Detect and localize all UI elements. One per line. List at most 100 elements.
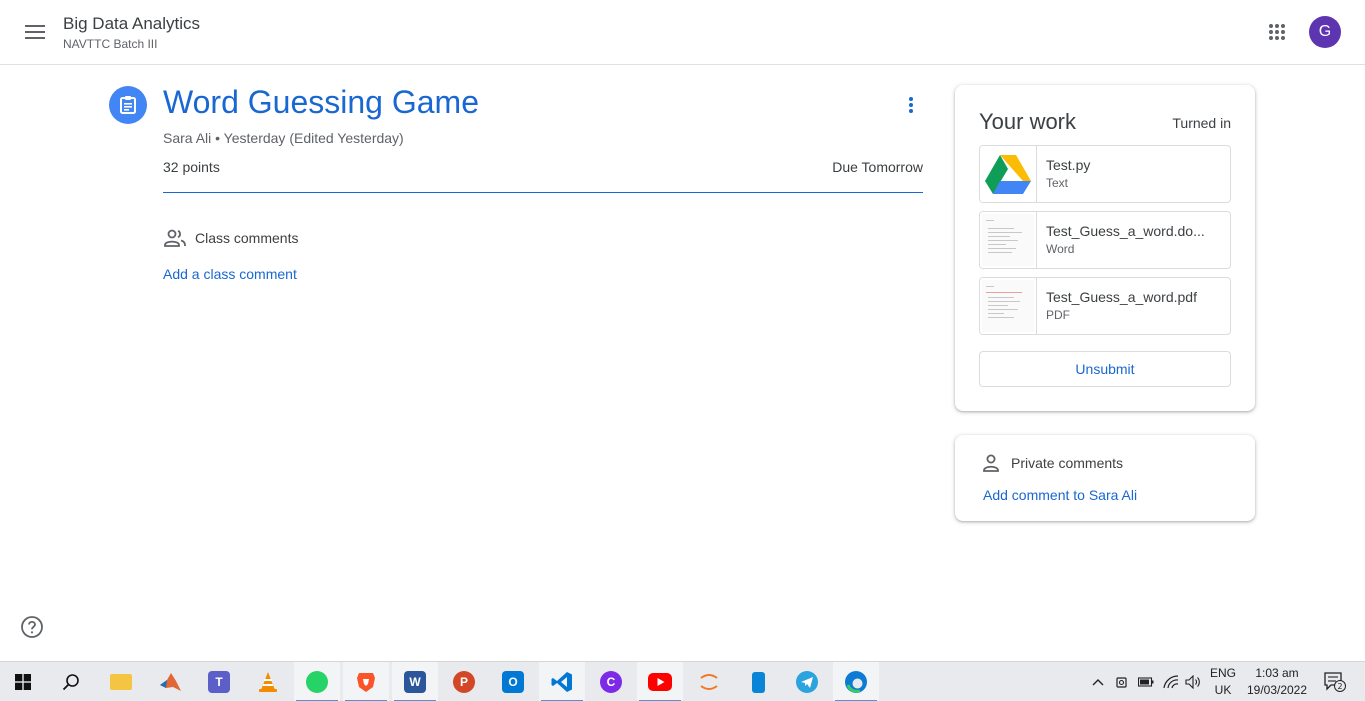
your-work-card: Your work Turned in Test.py Text Test_Gu… xyxy=(955,85,1255,411)
taskbar-powerpoint[interactable]: P xyxy=(441,662,487,701)
class-comments-header: Class comments xyxy=(163,228,298,248)
pdf-preview-icon xyxy=(982,280,1034,332)
tray-battery[interactable] xyxy=(1135,662,1157,701)
unsubmit-button[interactable]: Unsubmit xyxy=(979,351,1231,387)
assignment-divider xyxy=(163,192,923,193)
attachment-thumbnail xyxy=(980,146,1037,202)
windows-taskbar: T W P O C ENG UK 1:03 am 19/03/2022 2 xyxy=(0,661,1365,701)
notification-center-button[interactable]: 2 xyxy=(1318,662,1352,701)
more-vert-icon xyxy=(909,97,913,113)
document-preview-icon xyxy=(982,214,1034,266)
taskbar-canva[interactable]: C xyxy=(588,662,634,701)
search-icon xyxy=(62,674,79,691)
camera-icon xyxy=(1116,677,1127,688)
people-icon xyxy=(164,229,186,247)
vscode-icon xyxy=(551,672,572,692)
attachment-item[interactable]: Test_Guess_a_word.do... Word xyxy=(979,211,1231,269)
person-icon xyxy=(983,454,999,472)
teams-icon: T xyxy=(208,671,230,693)
taskbar-telegram[interactable] xyxy=(784,662,830,701)
start-button[interactable] xyxy=(0,662,46,701)
attachment-name: Test_Guess_a_word.pdf xyxy=(1046,289,1197,305)
taskbar-word[interactable]: W xyxy=(392,662,438,701)
attachment-thumbnail xyxy=(980,278,1037,334)
help-button[interactable] xyxy=(20,615,44,639)
hamburger-menu-icon xyxy=(25,25,45,39)
top-app-bar: Big Data Analytics NAVTTC Batch III G xyxy=(0,0,1365,65)
taskbar-outlook[interactable]: O xyxy=(490,662,536,701)
taskbar-search-button[interactable] xyxy=(48,662,94,701)
your-work-title: Your work xyxy=(979,109,1077,134)
private-comments-header: Private comments xyxy=(981,453,1123,473)
taskbar-file-explorer[interactable] xyxy=(98,662,144,701)
main-menu-button[interactable] xyxy=(18,15,52,49)
assignment-meta: Sara Ali • Yesterday (Edited Yesterday) xyxy=(163,130,404,146)
file-explorer-icon xyxy=(110,674,132,690)
assignment-points: 32 points xyxy=(163,159,220,175)
taskbar-teams[interactable]: T xyxy=(196,662,242,701)
show-hidden-icons-button[interactable] xyxy=(1087,662,1109,701)
taskbar-youtube[interactable] xyxy=(637,662,683,701)
word-icon: W xyxy=(404,671,426,693)
windows-start-icon xyxy=(15,674,31,690)
battery-icon xyxy=(1138,677,1154,687)
taskbar-vscode[interactable] xyxy=(539,662,585,701)
chevron-up-icon xyxy=(1092,679,1104,686)
taskbar-matlab[interactable] xyxy=(147,662,193,701)
tray-network[interactable] xyxy=(1160,662,1182,701)
clock-date: 19/03/2022 xyxy=(1246,683,1308,697)
notification-icon: 2 xyxy=(1324,672,1346,692)
jupyter-icon xyxy=(700,674,718,690)
add-private-comment-link[interactable]: Add comment to Sara Ali xyxy=(983,487,1137,503)
whatsapp-icon xyxy=(306,671,328,693)
tray-volume[interactable] xyxy=(1183,662,1203,701)
google-drive-icon xyxy=(985,155,1031,194)
tray-language[interactable]: ENG UK xyxy=(1205,662,1241,701)
attachment-type: Text xyxy=(1046,176,1069,190)
taskbar-vlc[interactable] xyxy=(245,662,291,701)
add-class-comment-link[interactable]: Add a class comment xyxy=(163,266,297,282)
edge-icon xyxy=(845,671,867,693)
assignment-due-date: Due Tomorrow xyxy=(832,159,923,175)
powerpoint-icon: P xyxy=(453,671,475,693)
youtube-icon xyxy=(648,673,672,691)
attachment-name: Test.py xyxy=(1046,157,1091,173)
attachment-item[interactable]: Test.py Text xyxy=(979,145,1231,203)
vlc-icon xyxy=(259,672,277,692)
brave-icon xyxy=(357,673,375,692)
tray-clock[interactable]: 1:03 am 19/03/2022 xyxy=(1244,662,1310,701)
assignment-icon xyxy=(109,86,147,124)
speaker-icon xyxy=(1185,675,1200,689)
apps-grid-icon xyxy=(1269,24,1285,40)
taskbar-edge[interactable] xyxy=(833,662,879,701)
language-region: UK xyxy=(1214,683,1232,697)
clock-time: 1:03 am xyxy=(1255,666,1299,680)
wifi-icon xyxy=(1163,675,1179,689)
private-comments-label: Private comments xyxy=(1011,455,1124,471)
tray-meet-now[interactable] xyxy=(1113,662,1133,701)
class-comments-label: Class comments xyxy=(195,230,299,246)
outlook-icon: O xyxy=(502,671,524,693)
taskbar-whatsapp[interactable] xyxy=(294,662,340,701)
attachment-item[interactable]: Test_Guess_a_word.pdf PDF xyxy=(979,277,1231,335)
matlab-icon xyxy=(160,673,181,691)
google-apps-button[interactable] xyxy=(1261,16,1293,48)
more-options-button[interactable] xyxy=(896,90,926,120)
assignment-title: Word Guessing Game xyxy=(163,84,479,120)
phone-link-icon xyxy=(751,671,765,693)
taskbar-phone-link[interactable] xyxy=(735,662,781,701)
course-subtitle: NAVTTC Batch III xyxy=(63,37,158,51)
clipboard-icon xyxy=(120,96,136,114)
course-title[interactable]: Big Data Analytics xyxy=(63,14,200,34)
attachment-thumbnail xyxy=(980,212,1037,268)
telegram-icon xyxy=(796,671,818,693)
help-icon xyxy=(21,616,43,638)
taskbar-brave[interactable] xyxy=(343,662,389,701)
private-comments-card: Private comments Add comment to Sara Ali xyxy=(955,435,1255,521)
attachment-name: Test_Guess_a_word.do... xyxy=(1046,223,1205,239)
attachment-type: Word xyxy=(1046,242,1075,256)
language-code: ENG xyxy=(1209,666,1236,680)
account-avatar[interactable]: G xyxy=(1309,16,1341,48)
taskbar-jupyter[interactable] xyxy=(686,662,732,701)
attachment-type: PDF xyxy=(1046,308,1070,322)
